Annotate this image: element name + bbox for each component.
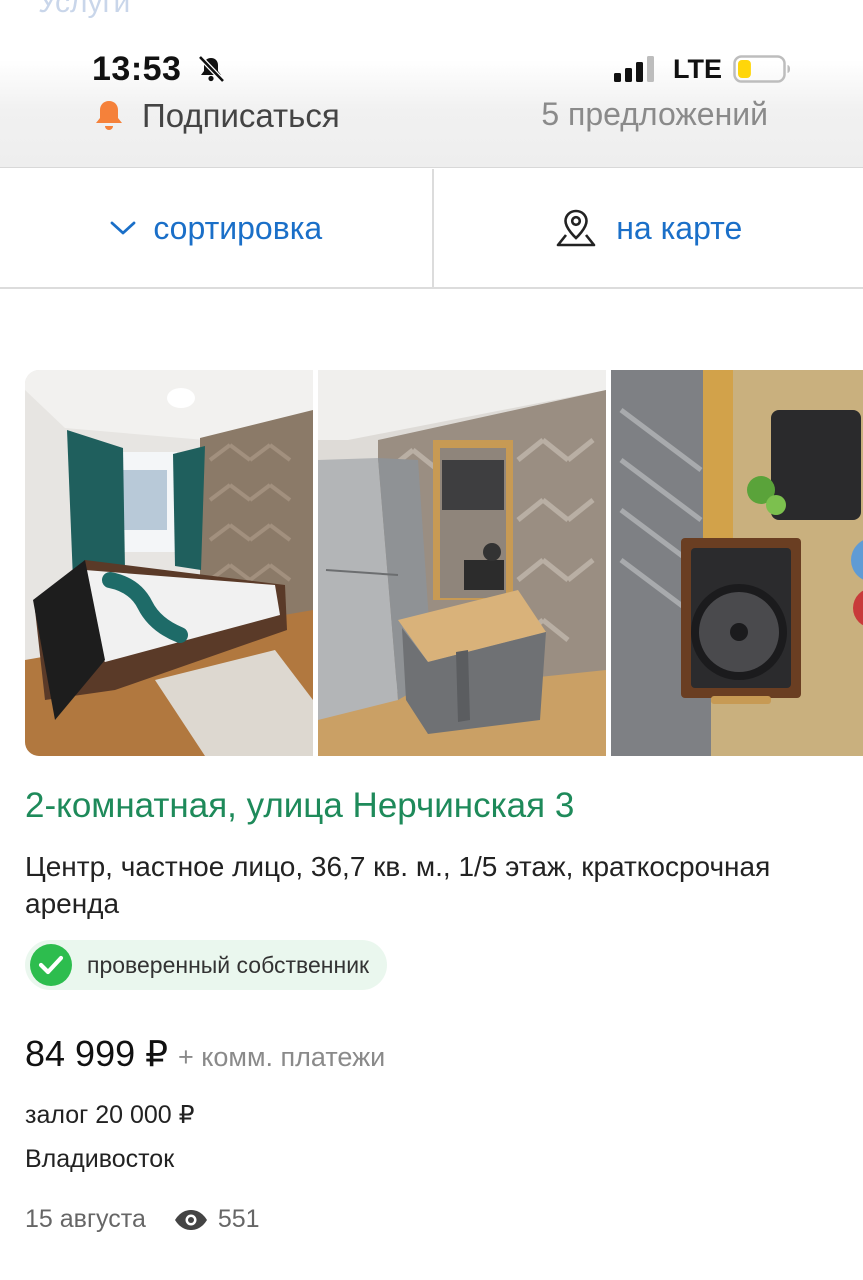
deposit-amount: залог 20 000 ₽ xyxy=(25,1101,195,1129)
stove-image xyxy=(611,370,863,756)
ghost-section-title: Услуги xyxy=(38,0,131,19)
subscribe-button[interactable]: Подписаться xyxy=(92,94,340,138)
listing-description: Центр, частное лицо, 36,7 кв. м., 1/5 эт… xyxy=(25,851,771,919)
listing-title[interactable]: 2-комнатная, улица Нерчинская 3 xyxy=(25,786,574,826)
eye-icon xyxy=(174,1209,207,1230)
listing-city: Владивосток xyxy=(25,1145,175,1173)
price-row: 84 999 ₽ + комм. платежи xyxy=(25,1033,385,1075)
status-time: 13:53 xyxy=(92,50,182,88)
listing-toolbar: сортировка на карте xyxy=(0,169,863,289)
kitchen-image xyxy=(318,370,606,756)
sort-label: сортировка xyxy=(153,209,323,246)
verified-owner-badge: проверенный собственник xyxy=(25,940,388,990)
photo-stove[interactable] xyxy=(611,370,863,756)
map-pin-icon xyxy=(556,209,596,247)
map-button[interactable]: на карте xyxy=(431,169,863,287)
views-count: 551 xyxy=(217,1205,260,1233)
battery-icon xyxy=(733,55,790,83)
sort-button[interactable]: сортировка xyxy=(0,169,432,287)
subscribe-label: Подписаться xyxy=(142,97,340,134)
network-type: LTE xyxy=(673,54,722,84)
bedroom-image xyxy=(25,370,313,756)
bell-mute-icon xyxy=(198,55,225,83)
listing-header: Услуги 13:53 LTE Подписаться 5 предложен… xyxy=(0,0,863,168)
listing-price: 84 999 ₽ xyxy=(25,1033,169,1074)
listing-meta: 15 августа 551 xyxy=(25,1205,260,1234)
photo-bedroom[interactable] xyxy=(25,370,313,756)
map-label: на карте xyxy=(616,209,743,246)
photo-kitchen[interactable] xyxy=(318,370,606,756)
photo-gallery[interactable] xyxy=(25,370,863,756)
listing-date: 15 августа xyxy=(25,1205,146,1233)
offers-count: 5 предложений xyxy=(541,96,768,132)
check-circle-icon xyxy=(30,944,72,986)
price-extra: + комм. платежи xyxy=(178,1042,386,1072)
signal-icon xyxy=(614,56,654,82)
chevron-down-icon xyxy=(110,221,136,235)
bell-icon xyxy=(96,101,122,130)
verified-owner-label: проверенный собственник xyxy=(87,951,370,978)
